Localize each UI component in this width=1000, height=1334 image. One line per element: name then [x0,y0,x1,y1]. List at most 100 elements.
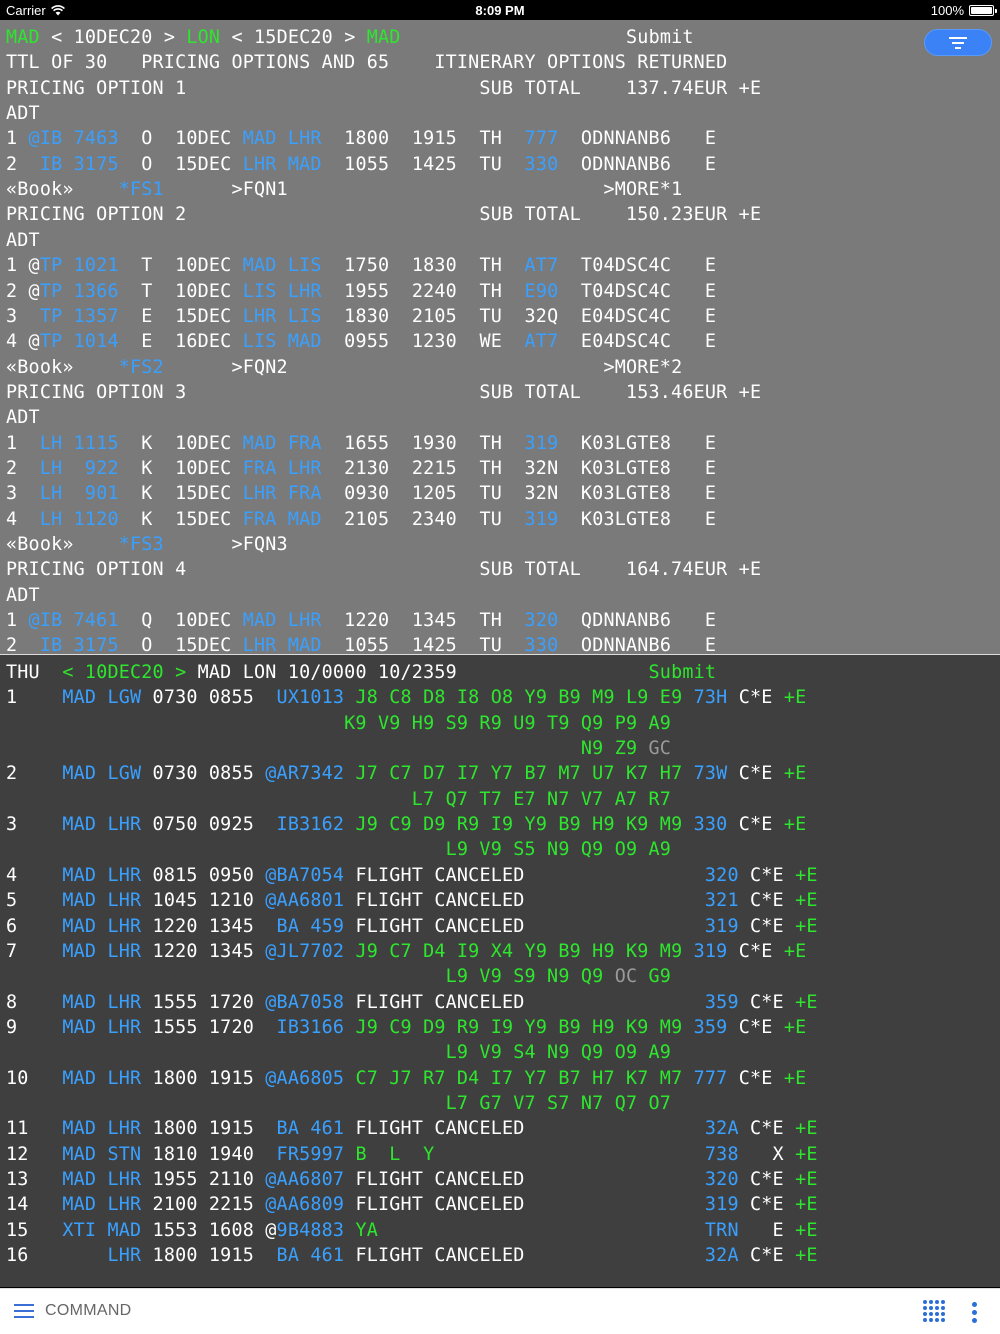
terminal-text: E04DSC4C E [558,331,717,353]
terminal-text: 0750 0925 [141,814,277,836]
terminal-text: 1 [6,128,29,150]
terminal-line: ADT [6,583,40,608]
menu-icon[interactable] [14,1304,34,1318]
terminal-text: 1055 1425 TU [321,153,525,175]
terminal-text: 1800 1915 [141,1118,277,1140]
terminal-text: @IB 7461 [28,610,119,632]
terminal-text: @AA6805 [265,1067,345,1089]
terminal-line: THU < 10DEC20 > MAD LON 10/0000 10/2359 … [6,660,716,685]
terminal-text: *FS3 [118,534,164,555]
terminal-line: «Book» *FS2 >FQN2 >MORE*2 [6,355,682,380]
terminal-text: < 15DEC20 > [220,27,367,48]
terminal-text: MAD LHR [62,1169,142,1190]
terminal-text: «Book» [6,356,119,378]
terminal-text: L9 V9 S4 N9 Q9 O9 A9 [6,1042,672,1064]
command-input[interactable]: COMMAND [45,1302,132,1320]
terminal-text: 777 [693,1067,728,1089]
terminal-line: MAD < 10DEC20 > LON < 15DEC20 > MAD Subm… [6,25,694,50]
terminal-text: TP 1366 [39,280,119,302]
terminal-text: 3 [6,814,63,836]
terminal-text: @AR7342 [265,763,345,785]
terminal-text: K 15DEC [118,508,243,530]
terminal-text: C*E [727,1067,784,1089]
terminal-line: 16 LHR 1800 1915 BA 461 FLIGHT CANCELED … [6,1243,818,1268]
terminal-text: TP 1357 [39,305,119,327]
terminal-text: 9B4883 [276,1219,345,1241]
terminal-text: 2 [6,635,40,654]
terminal-line: PRICING OPTION 3 SUB TOTAL 153.46EUR +E [6,380,761,405]
command-bar: COMMAND [0,1288,1000,1334]
terminal-text: LH 922 [39,457,119,479]
terminal-text: 319 [704,915,739,937]
availability-terminal-panel[interactable]: THU < 10DEC20 > MAD LON 10/0000 10/2359 … [0,655,1000,1287]
terminal-line: L7 G7 V7 S7 N7 Q7 O7 [6,1091,671,1116]
terminal-text: N9 Z9 [6,738,649,760]
terminal-text: LHR MAD [242,153,322,175]
terminal-text: 7 [6,940,63,962]
terminal-text: Q 10DEC [118,610,243,632]
terminal-text: FLIGHT CANCELED [344,1194,705,1216]
terminal-line: PRICING OPTION 4 SUB TOTAL 164.74EUR +E [6,557,761,582]
terminal-text: 320 [704,1169,739,1190]
terminal-text: C*E [738,1194,796,1216]
terminal-text: 330 [693,814,728,836]
terminal-text: ADT [6,584,40,606]
terminal-text: 738 [704,1143,739,1165]
terminal-line: 4 @TP 1014 E 16DEC LIS MAD 0955 1230 WE … [6,329,716,354]
terminal-text: 15 [6,1219,63,1241]
terminal-text: 1 @ [6,255,40,277]
terminal-text: MAD LHR [62,1016,142,1038]
terminal-text: E 15DEC [118,305,243,327]
terminal-text: 1955 2110 [141,1169,266,1190]
terminal-text: 319 [524,508,559,530]
terminal-line: 7 MAD LHR 1220 1345 @JL7702 J9 C7 D4 I9 … [6,939,806,964]
terminal-text: FR5997 [276,1143,345,1165]
terminal-text: PRICING OPTION 1 SUB TOTAL 137.74EUR +E [6,77,762,99]
terminal-line: 1 LH 1115 K 10DEC MAD FRA 1655 1930 TH 3… [6,431,716,456]
battery-percent: 100% [930,3,964,18]
terminal-text: 32A [704,1245,739,1267]
terminal-text: 1800 1915 TH [321,128,525,150]
more-vertical-icon[interactable] [972,1302,978,1324]
terminal-text: *FS1 [118,179,164,201]
terminal-line: 10 MAD LHR 1800 1915 @AA6805 C7 J7 R7 D4… [6,1066,806,1091]
terminal-line: 11 MAD LHR 1800 1915 BA 461 FLIGHT CANCE… [6,1116,818,1141]
terminal-text: 0730 0855 [141,687,277,709]
terminal-text: 777 [524,128,559,150]
terminal-text: PRICING OPTION 3 SUB TOTAL 153.46EUR +E [6,381,762,403]
terminal-text: 1 [6,610,29,632]
terminal-text: 73W [693,763,728,785]
terminal-text: +E [795,890,818,912]
terminal-line: TTL OF 30 PRICING OPTIONS AND 65 ITINERA… [6,50,727,75]
terminal-text: @AA6809 [265,1194,345,1216]
terminal-text: *FS2 [118,356,164,378]
pricing-terminal-panel[interactable]: MAD < 10DEC20 > LON < 15DEC20 > MAD Subm… [0,20,1000,654]
terminal-line: 4 LH 1120 K 15DEC FRA MAD 2105 2340 TU 3… [6,507,716,532]
terminal-text: QDNNANB6 E [558,610,717,632]
terminal-text: +E [783,814,807,836]
terminal-text: +E [783,763,807,785]
terminal-text: 359 [693,1016,728,1038]
terminal-text: FLIGHT CANCELED [344,915,705,937]
terminal-text: PRICING OPTION 2 SUB TOTAL 150.23EUR +E [6,204,762,226]
terminal-text: 2 [6,153,40,175]
keypad-icon[interactable] [923,1300,945,1322]
terminal-text: 16 [6,1245,63,1267]
terminal-line: 12 MAD STN 1810 1940 FR5997 B L Y 738 X … [6,1142,818,1167]
terminal-text: 9 [6,1016,63,1038]
terminal-text: T04DSC4C E [558,280,717,302]
filter-button[interactable] [924,29,992,56]
terminal-text: 1553 1608 @ [141,1219,277,1241]
terminal-line: L9 V9 S5 N9 Q9 O9 A9 [6,837,671,862]
terminal-text: T 10DEC [118,255,243,277]
terminal-text: MAD LHR [62,940,142,962]
terminal-text: 320 [704,864,739,886]
terminal-text: +E [795,1194,818,1216]
terminal-text: LH 1120 [39,508,119,530]
terminal-text: L7 Q7 T7 E7 N7 V7 A7 R7 [6,788,672,810]
terminal-text: J9 C7 D4 I9 X4 Y9 B9 H9 K9 M9 [344,940,694,962]
terminal-text: 4 [6,508,40,530]
terminal-text: 1800 1915 [141,1245,277,1267]
terminal-text: C*E [727,763,784,785]
terminal-text: C*E [738,1118,796,1140]
